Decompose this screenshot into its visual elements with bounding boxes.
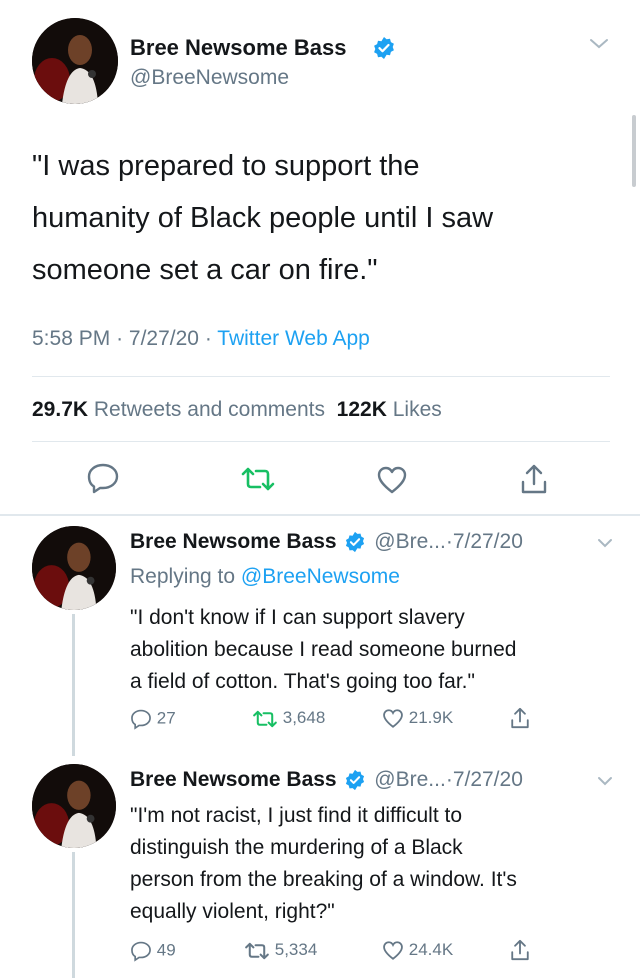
reply-header: Bree Newsome Bass @Bre...·7/27/20	[130, 768, 523, 792]
reply-icon	[131, 709, 151, 730]
chevron-down-icon[interactable]	[596, 536, 614, 550]
retweet-icon	[253, 710, 277, 727]
reply-handle[interactable]: @Bre...	[374, 530, 446, 553]
reply-text: "I'm not racist, I just find it difficul…	[130, 800, 517, 928]
reply-text-line: "I don't know if I can support slavery	[130, 606, 465, 629]
reply-author-name[interactable]: Bree Newsome Bass	[130, 530, 337, 553]
separator-dot: ·	[445, 530, 453, 553]
chevron-down-icon[interactable]	[588, 36, 610, 52]
tweet-source-link[interactable]: Twitter Web App	[217, 327, 370, 350]
tweet-text: "I was prepared to support the humanity …	[32, 140, 493, 296]
retweet-count: 5,334	[274, 940, 318, 959]
author-avatar[interactable]	[32, 18, 118, 104]
like-count-button[interactable]: 21.9K	[382, 708, 453, 729]
chevron-down-icon[interactable]	[596, 774, 614, 788]
separator-dot: ·	[204, 327, 212, 350]
author-name[interactable]: Bree Newsome Bass	[130, 35, 346, 61]
verified-badge-icon	[374, 37, 394, 59]
tweet-text-line: someone set a car on fire."	[32, 254, 378, 286]
tweet-timestamp: 5:58 PM · 7/27/20 · Twitter Web App	[32, 327, 370, 351]
share-icon	[511, 707, 529, 729]
reply-text-line: distinguish the murdering of a Black	[130, 836, 463, 859]
likes-label: Likes	[392, 398, 442, 421]
reply-actions: 49 5,334 24.4K	[130, 938, 530, 966]
share-icon[interactable]	[520, 462, 548, 496]
like-icon[interactable]	[376, 465, 408, 495]
retweet-icon[interactable]	[240, 466, 276, 492]
like-count: 21.9K	[408, 708, 454, 727]
divider	[32, 376, 610, 377]
thread-connector	[72, 852, 75, 978]
reply-date[interactable]: 7/27/20	[453, 768, 523, 791]
verified-badge-icon	[346, 770, 365, 791]
retweet-count-button[interactable]: 3,648	[252, 708, 325, 729]
retweet-count-button[interactable]: 5,334	[244, 940, 317, 961]
author-handle[interactable]: @BreeNewsome	[130, 66, 289, 90]
reply-actions: 27 3,648 21.9K	[130, 706, 530, 734]
replying-to: Replying to @BreeNewsome	[130, 565, 400, 589]
thread-connector	[72, 614, 75, 756]
reply-count: 27	[156, 708, 176, 728]
reply-icon[interactable]	[86, 462, 120, 494]
reply-text-line: "I'm not racist, I just find it difficul…	[130, 804, 463, 827]
reply-icon	[131, 941, 151, 962]
like-count-button[interactable]: 24.4K	[382, 940, 453, 961]
reply-avatar[interactable]	[32, 764, 116, 848]
reply-count-button[interactable]: 49	[130, 940, 176, 962]
reply-count: 49	[156, 940, 176, 960]
share-button[interactable]	[510, 706, 530, 730]
like-icon	[383, 941, 403, 960]
retweet-count: 3,648	[282, 708, 326, 727]
scrollbar[interactable]	[632, 115, 636, 187]
verified-badge-icon	[346, 532, 365, 553]
reply-author-name[interactable]: Bree Newsome Bass	[130, 768, 337, 791]
reply-count-button[interactable]: 27	[130, 708, 176, 730]
reply-avatar[interactable]	[32, 526, 116, 610]
tweet-time[interactable]: 5:58 PM	[32, 327, 110, 350]
reply-text-line: person from the breaking of a window. It…	[130, 868, 517, 891]
likes-count: 122K	[336, 398, 387, 421]
reply-handle[interactable]: @Bre...	[374, 768, 446, 791]
reply-text: "I don't know if I can support slavery a…	[130, 602, 516, 698]
separator-dot: ·	[445, 768, 453, 791]
reply-text-line: equally violent, right?"	[130, 900, 335, 923]
divider	[0, 514, 640, 516]
retweets-count: 29.7K	[32, 398, 89, 421]
reply-text-line: a field of cotton. That's going too far.…	[130, 670, 475, 693]
retweets-stat[interactable]: 29.7K Retweets and comments	[32, 398, 325, 421]
likes-stat[interactable]: 122K Likes	[337, 398, 442, 421]
tweet-text-line: humanity of Black people until I saw	[32, 202, 494, 234]
tweet-date[interactable]: 7/27/20	[129, 327, 199, 350]
like-icon	[383, 709, 403, 728]
reply-text-line: abolition because I read someone burned	[130, 638, 517, 661]
tweet-text-line: "I was prepared to support the	[32, 150, 420, 182]
like-count: 24.4K	[408, 940, 454, 959]
engagement-stats: 29.7K Retweets and comments 122K Likes	[32, 398, 442, 422]
share-button[interactable]	[510, 938, 530, 962]
share-icon	[511, 939, 529, 961]
retweet-icon	[245, 942, 269, 959]
replying-to-prefix: Replying to	[130, 565, 236, 588]
replying-to-handle[interactable]: @BreeNewsome	[241, 565, 400, 588]
divider	[32, 441, 610, 442]
retweets-label: Retweets and comments	[93, 398, 325, 421]
reply-header: Bree Newsome Bass @Bre...·7/27/20	[130, 530, 523, 554]
separator-dot: ·	[116, 327, 124, 350]
reply-date[interactable]: 7/27/20	[453, 530, 523, 553]
